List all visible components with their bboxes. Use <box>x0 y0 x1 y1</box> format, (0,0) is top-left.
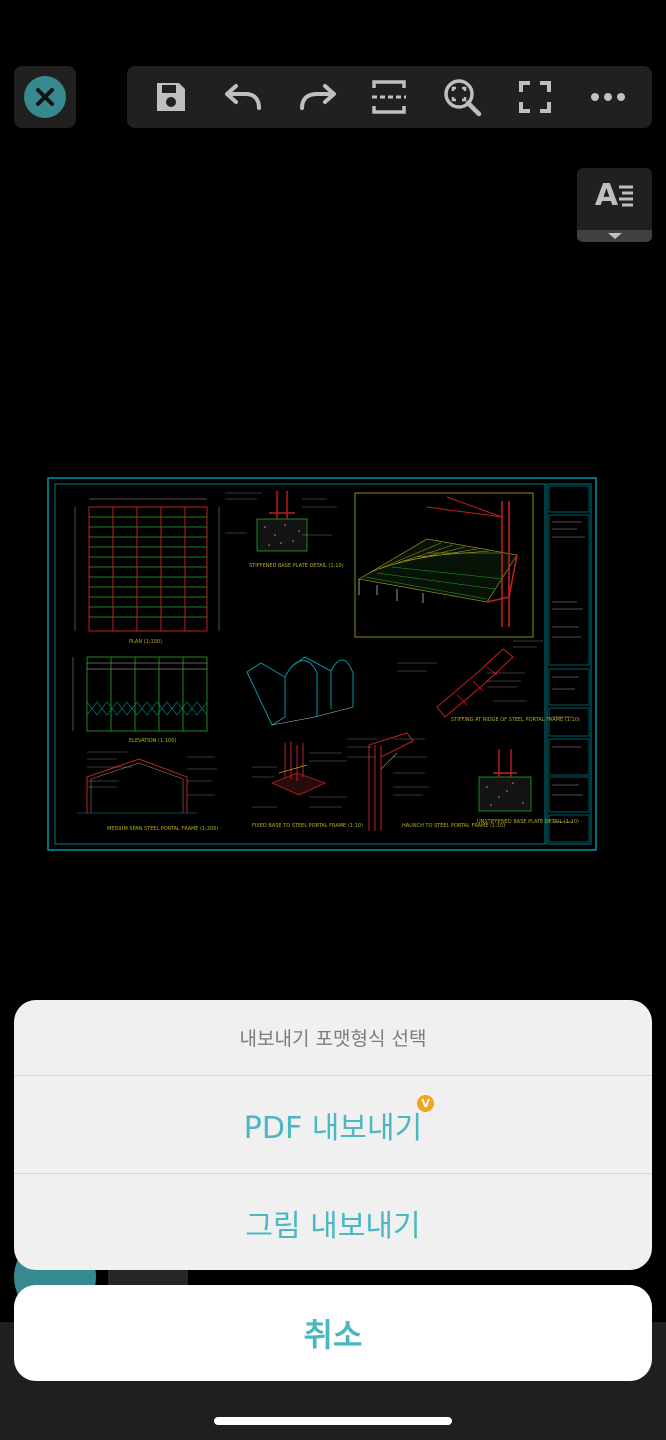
image-export-option[interactable]: 그림 내보내기 <box>14 1174 652 1270</box>
pdf-export-label: PDF 내보내기 <box>243 1110 423 1146</box>
pdf-export-option[interactable]: PDF 내보내기 V <box>14 1076 652 1174</box>
home-indicator <box>214 1417 452 1425</box>
export-format-sheet: 내보내기 포맷형식 선택 PDF 내보내기 V 그림 내보내기 <box>14 1000 652 1270</box>
premium-badge: V <box>417 1094 435 1112</box>
cancel-button[interactable]: 취소 <box>14 1285 652 1381</box>
image-export-label: 그림 내보내기 <box>245 1208 421 1244</box>
sheet-title: 내보내기 포맷형식 선택 <box>14 1000 652 1076</box>
